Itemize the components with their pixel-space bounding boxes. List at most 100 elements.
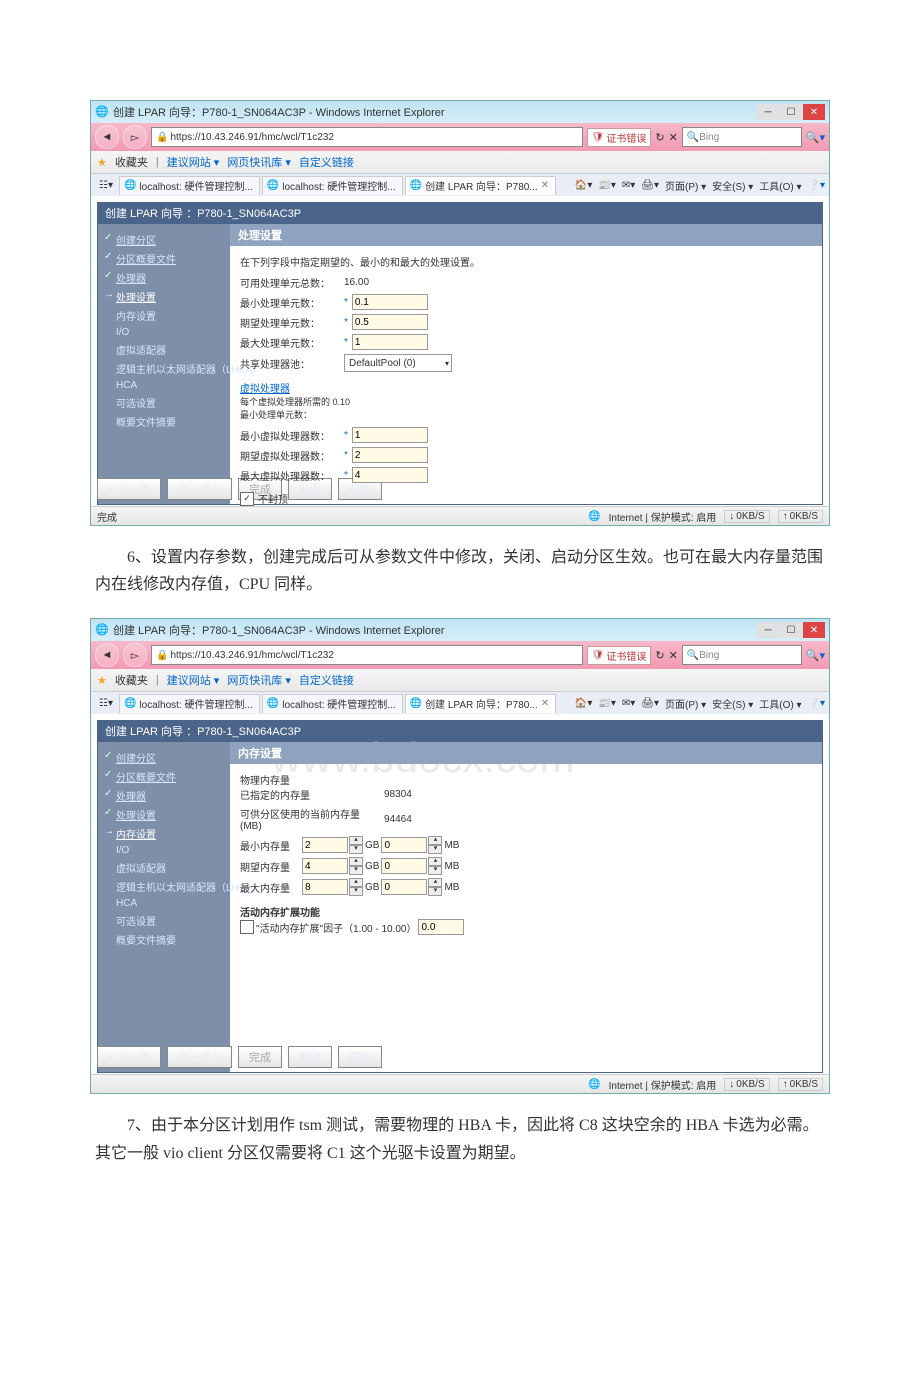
help-icon[interactable]: ❔▾ — [808, 180, 825, 191]
window-title: 创建 LPAR 向导：P780-1_SN064AC3P - Windows In… — [113, 104, 445, 120]
address-bar[interactable]: 🔒 https://10.43.246.91/hmc/wcl/T1c232 — [151, 645, 583, 665]
step-create[interactable]: 创建分区 — [104, 230, 224, 249]
back-button[interactable]: < 上一步 — [97, 478, 161, 500]
home-icon[interactable]: 🏠▾ — [575, 698, 592, 709]
vp-max-input[interactable] — [352, 467, 428, 483]
home-icon[interactable]: 🏠▾ — [575, 180, 592, 191]
tabs-menu-icon[interactable]: ☷▾ — [95, 698, 117, 709]
print-icon[interactable]: 🖨▾ — [641, 180, 659, 191]
vp-desired-input[interactable] — [352, 447, 428, 463]
feed-icon[interactable]: 📰▾ — [598, 698, 615, 709]
ame-checkbox[interactable] — [240, 920, 254, 934]
vp-min-input[interactable] — [352, 427, 428, 443]
stepper[interactable]: ▴▾ — [349, 836, 363, 854]
search-magnifier-icon[interactable]: 🔍▾ — [806, 649, 825, 662]
step-proc-settings[interactable]: 处理设置 — [104, 287, 224, 306]
cert-warning[interactable]: 🛡 证书错误 — [587, 646, 652, 665]
close-button[interactable]: ✕ — [803, 104, 825, 120]
refresh-icon[interactable]: ↻ — [655, 131, 664, 144]
step-profile[interactable]: 分区概要文件 — [104, 249, 224, 268]
shield-icon: 🛡 — [592, 650, 605, 661]
step-processor[interactable]: 处理器 — [104, 268, 224, 287]
stepper[interactable]: ▴▾ — [349, 857, 363, 875]
favorites-star-icon[interactable]: ★ — [97, 156, 107, 169]
mem-desired-mb-input[interactable] — [381, 858, 427, 874]
custom-link[interactable]: 自定义链接 — [299, 154, 354, 170]
browser-tab[interactable]: 🌐localhost: 硬件管理控制... — [119, 694, 260, 713]
suggested-sites-link[interactable]: 建议网站 ▾ — [167, 154, 220, 170]
desired-pu-input[interactable] — [352, 314, 428, 330]
min-pu-input[interactable] — [352, 294, 428, 310]
forward-button[interactable]: ▻ — [123, 125, 147, 149]
news-library-link[interactable]: 网页快讯库 ▾ — [227, 672, 291, 688]
stop-icon[interactable]: ✕ — [669, 131, 678, 144]
close-button[interactable]: ✕ — [803, 622, 825, 638]
next-button[interactable]: 下一步 > — [167, 478, 231, 500]
zone-text: Internet | 保护模式: 启用 — [609, 509, 717, 524]
tab-close-icon[interactable]: ✕ — [541, 698, 549, 709]
mem-max-mb-input[interactable] — [381, 879, 427, 895]
suggested-sites-link[interactable]: 建议网站 ▾ — [167, 672, 220, 688]
step-profile[interactable]: 分区概要文件 — [104, 767, 224, 786]
stepper[interactable]: ▴▾ — [428, 836, 442, 854]
step-create[interactable]: 创建分区 — [104, 748, 224, 767]
mem-desired-gb-input[interactable] — [302, 858, 348, 874]
speed-down: ↓ 0KB/S — [724, 1078, 769, 1091]
browser-tab[interactable]: 🌐localhost: 硬件管理控制... — [119, 176, 260, 195]
tools-menu[interactable]: 工具(O) ▾ — [759, 696, 801, 711]
feed-icon[interactable]: 📰▾ — [598, 180, 615, 191]
mail-icon[interactable]: ✉▾ — [622, 698, 635, 709]
ame-section-label: 活动内存扩展功能 — [240, 904, 812, 919]
titlebar: 🌐 创建 LPAR 向导：P780-1_SN064AC3P - Windows … — [91, 101, 829, 123]
stepper[interactable]: ▴▾ — [349, 878, 363, 896]
search-box[interactable]: 🔍 Bing — [682, 645, 802, 665]
stop-icon[interactable]: ✕ — [669, 649, 678, 662]
phys-mem-label: 物理内存量 — [240, 772, 812, 787]
page-menu[interactable]: 页面(P) ▾ — [665, 696, 706, 711]
forward-button[interactable]: ▻ — [123, 643, 147, 667]
browser-tab[interactable]: 🌐localhost: 硬件管理控制... — [262, 176, 403, 195]
mail-icon[interactable]: ✉▾ — [622, 180, 635, 191]
browser-tab-active[interactable]: 🌐创建 LPAR 向导：P780...✕ — [405, 694, 556, 713]
safety-menu[interactable]: 安全(S) ▾ — [712, 696, 753, 711]
step-proc-settings[interactable]: 处理设置 — [104, 805, 224, 824]
back-button[interactable]: ◄ — [95, 643, 119, 667]
mem-min-mb-input[interactable] — [381, 837, 427, 853]
tools-menu[interactable]: 工具(O) ▾ — [759, 178, 801, 193]
custom-link[interactable]: 自定义链接 — [299, 672, 354, 688]
next-button[interactable]: 下一步 > — [167, 1046, 231, 1068]
help-icon[interactable]: ❔▾ — [808, 698, 825, 709]
uncapped-checkbox[interactable]: ✓ — [240, 492, 254, 506]
stepper[interactable]: ▴▾ — [428, 878, 442, 896]
step-memory[interactable]: 内存设置 — [104, 824, 224, 843]
cert-warning[interactable]: 🛡 证书错误 — [587, 128, 652, 147]
search-magnifier-icon[interactable]: 🔍▾ — [806, 131, 825, 144]
browser-tab[interactable]: 🌐localhost: 硬件管理控制... — [262, 694, 403, 713]
step-processor[interactable]: 处理器 — [104, 786, 224, 805]
ame-factor-input[interactable] — [418, 919, 464, 935]
max-pu-input[interactable] — [352, 334, 428, 350]
maximize-button[interactable]: ☐ — [780, 622, 802, 638]
mem-max-gb-input[interactable] — [302, 879, 348, 895]
stepper[interactable]: ▴▾ — [428, 857, 442, 875]
address-bar[interactable]: 🔒 https://10.43.246.91/hmc/wcl/T1c232 — [151, 127, 583, 147]
minimize-button[interactable]: ─ — [757, 104, 779, 120]
print-icon[interactable]: 🖨▾ — [641, 698, 659, 709]
pool-select[interactable]: DefaultPool (0) — [344, 354, 452, 372]
mem-min-gb-input[interactable] — [302, 837, 348, 853]
back-button[interactable]: ◄ — [95, 125, 119, 149]
refresh-icon[interactable]: ↻ — [655, 649, 664, 662]
mem-min-label: 最小内存量 — [240, 838, 300, 853]
step-summary: 概要文件摘要 — [104, 930, 224, 949]
favorites-star-icon[interactable]: ★ — [97, 674, 107, 687]
search-box[interactable]: 🔍 Bing — [682, 127, 802, 147]
tab-close-icon[interactable]: ✕ — [541, 180, 549, 191]
tabs-menu-icon[interactable]: ☷▾ — [95, 180, 117, 191]
back-button[interactable]: < 上一步 — [97, 1046, 161, 1068]
browser-tab-active[interactable]: 🌐创建 LPAR 向导：P780...✕ — [405, 176, 556, 195]
maximize-button[interactable]: ☐ — [780, 104, 802, 120]
minimize-button[interactable]: ─ — [757, 622, 779, 638]
safety-menu[interactable]: 安全(S) ▾ — [712, 178, 753, 193]
news-library-link[interactable]: 网页快讯库 ▾ — [227, 154, 291, 170]
page-menu[interactable]: 页面(P) ▾ — [665, 178, 706, 193]
